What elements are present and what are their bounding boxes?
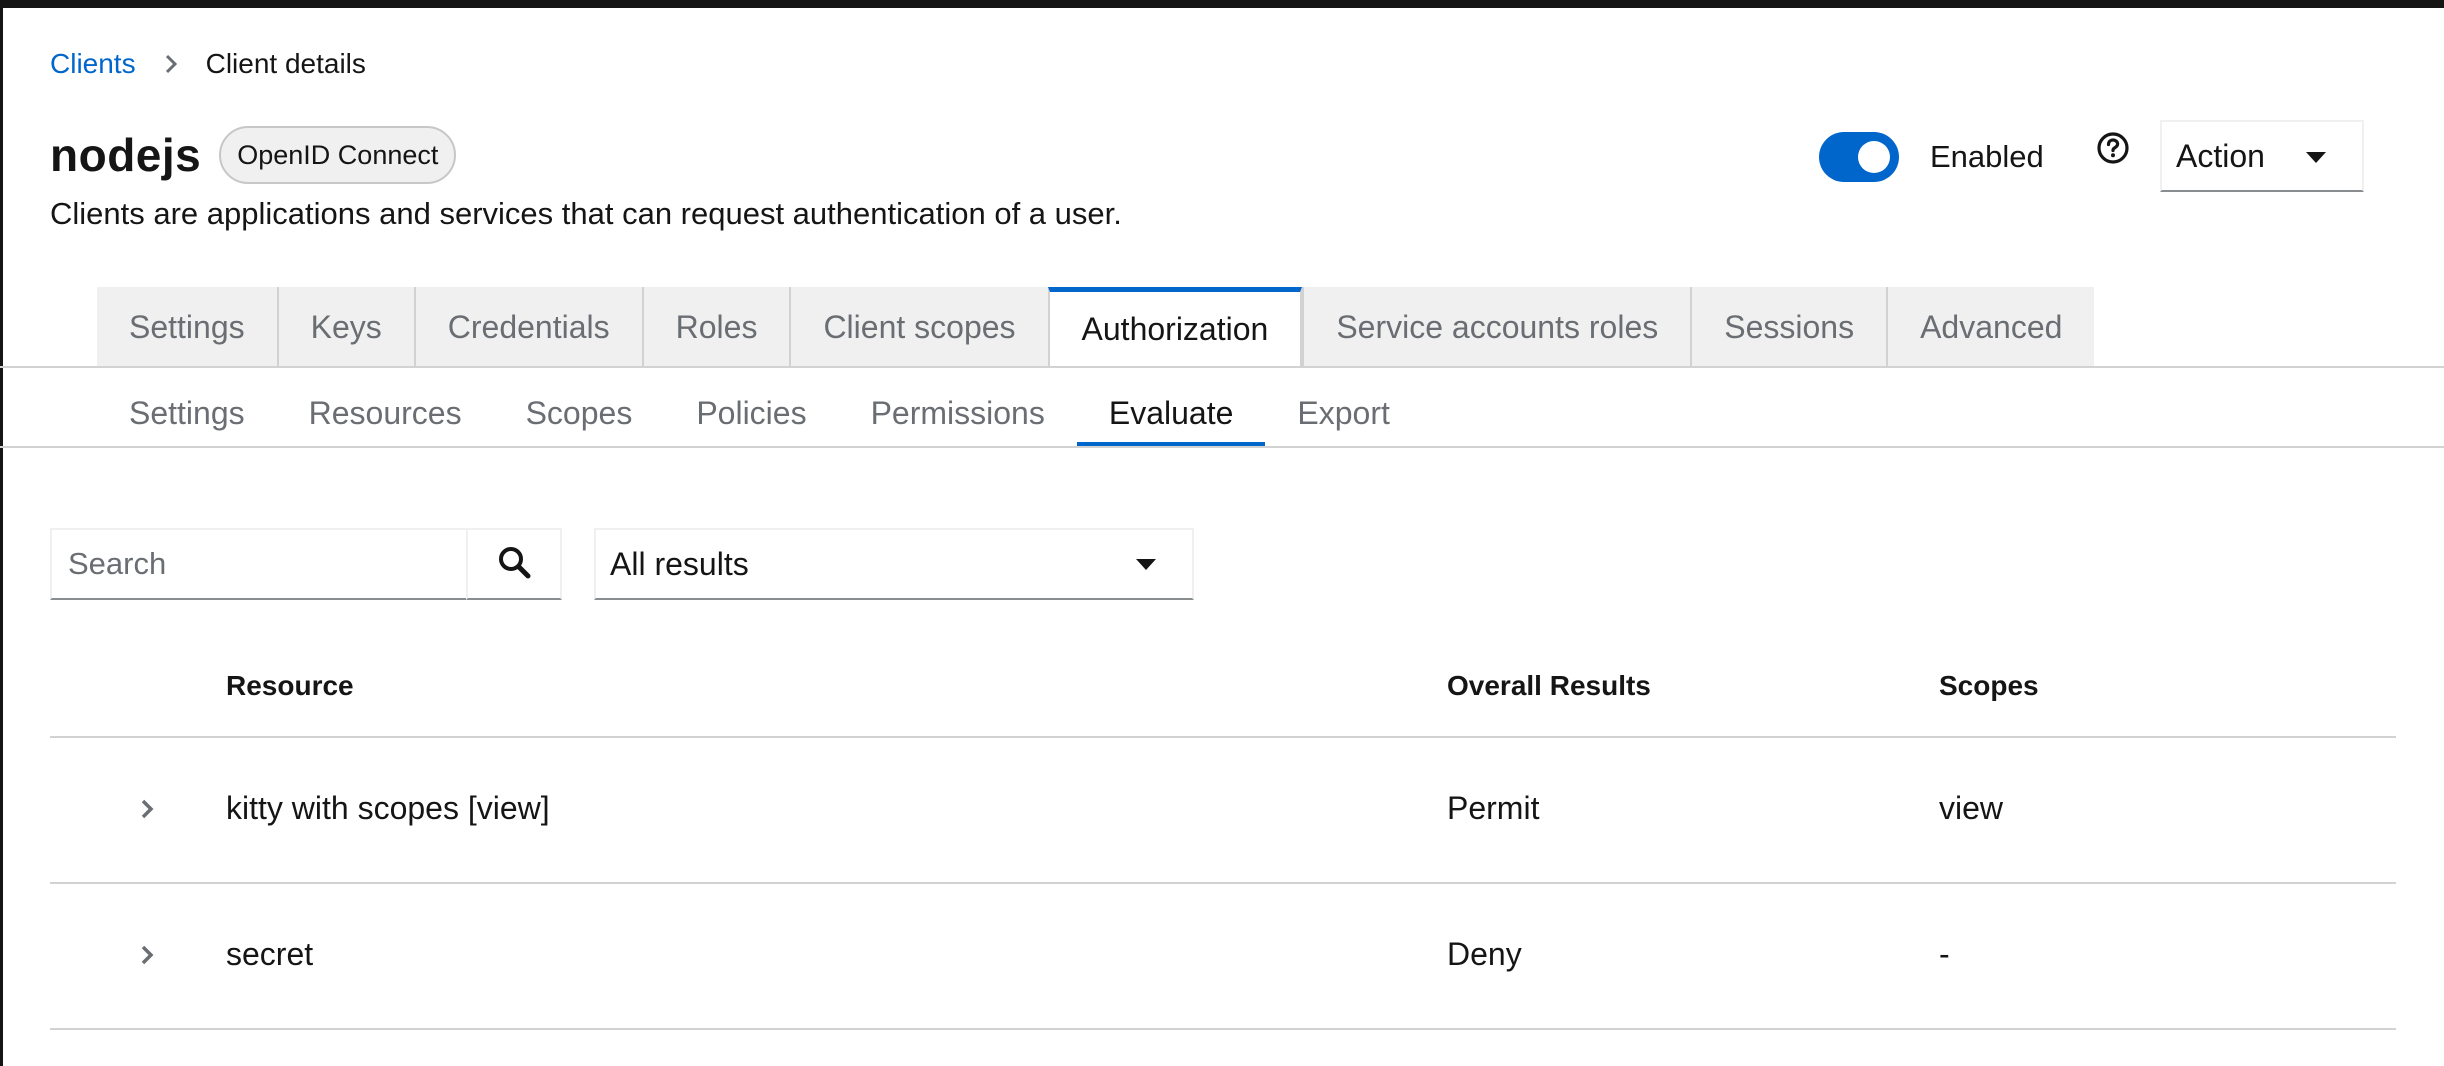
subtab-evaluate[interactable]: Evaluate [1076, 378, 1266, 448]
tab-client-scopes[interactable]: Client scopes [789, 287, 1048, 367]
angle-right-icon[interactable] [132, 794, 162, 824]
subtab-export[interactable]: Export [1265, 378, 1421, 448]
tab-service-accounts-roles[interactable]: Service accounts roles [1302, 287, 1691, 367]
tab-advanced[interactable]: Advanced [1886, 287, 2095, 367]
table-row: secret Deny - [50, 884, 2396, 1030]
cell-resource: secret [226, 936, 314, 972]
caret-down-icon [1136, 559, 1156, 570]
sub-tabs-divider [0, 446, 2444, 448]
enabled-switch[interactable] [1819, 132, 1899, 182]
tab-sessions[interactable]: Sessions [1690, 287, 1887, 367]
results-filter-dropdown[interactable]: All results [594, 528, 1194, 600]
action-dropdown-label: Action [2176, 137, 2265, 174]
search-field [50, 528, 468, 600]
tab-credentials[interactable]: Credentials [413, 287, 642, 367]
top-bar [0, 0, 2444, 8]
column-header-overall-results[interactable]: Overall Results [1447, 670, 1651, 702]
cell-overall-result: Permit [1447, 790, 1540, 826]
subtab-settings[interactable]: Settings [97, 378, 277, 448]
cell-overall-result: Deny [1447, 936, 1522, 972]
tab-settings[interactable]: Settings [97, 287, 277, 367]
chevron-right-icon [136, 54, 206, 74]
question-circle-icon[interactable] [2096, 131, 2130, 165]
switch-knob [1858, 141, 1890, 173]
left-edge [0, 8, 3, 1066]
caret-down-icon [2306, 152, 2326, 163]
cell-scopes: view [1939, 790, 2004, 826]
results-filter-label: All results [610, 545, 749, 582]
sub-tabs: Settings Resources Scopes Policies Permi… [97, 378, 1422, 448]
page-title: nodejs [50, 129, 202, 181]
page-subtitle: Clients are applications and services th… [50, 196, 1122, 231]
subtab-resources[interactable]: Resources [277, 378, 494, 448]
column-header-scopes[interactable]: Scopes [1939, 670, 2039, 702]
tab-keys[interactable]: Keys [276, 287, 414, 367]
main-tabs: Settings Keys Credentials Roles Client s… [97, 287, 2095, 367]
tab-roles[interactable]: Roles [641, 287, 790, 367]
angle-right-icon[interactable] [132, 940, 162, 970]
search-button[interactable] [466, 528, 562, 600]
enabled-label: Enabled [1930, 139, 2044, 174]
column-header-resource[interactable]: Resource [226, 670, 354, 702]
search-icon [497, 545, 531, 584]
title-row: nodejs OpenID Connect [50, 126, 457, 184]
breadcrumb-clients-link[interactable]: Clients [50, 48, 136, 80]
evaluate-results-table: Resource Overall Results Scopes kitty wi… [50, 640, 2396, 1030]
cell-scopes: - [1939, 936, 1950, 972]
subtab-policies[interactable]: Policies [664, 378, 838, 448]
cell-resource: kitty with scopes [view] [226, 790, 550, 826]
breadcrumb: Clients Client details [50, 48, 366, 80]
tab-authorization[interactable]: Authorization [1047, 287, 1303, 367]
table-header: Resource Overall Results Scopes [50, 640, 2396, 738]
subtab-permissions[interactable]: Permissions [839, 378, 1077, 448]
protocol-badge: OpenID Connect [219, 126, 457, 184]
subtab-scopes[interactable]: Scopes [494, 378, 665, 448]
breadcrumb-current: Client details [205, 48, 366, 79]
search-input[interactable] [68, 546, 448, 582]
table-row: kitty with scopes [view] Permit view [50, 738, 2396, 884]
main-tabs-divider [0, 366, 2444, 368]
action-dropdown[interactable]: Action [2160, 120, 2364, 192]
